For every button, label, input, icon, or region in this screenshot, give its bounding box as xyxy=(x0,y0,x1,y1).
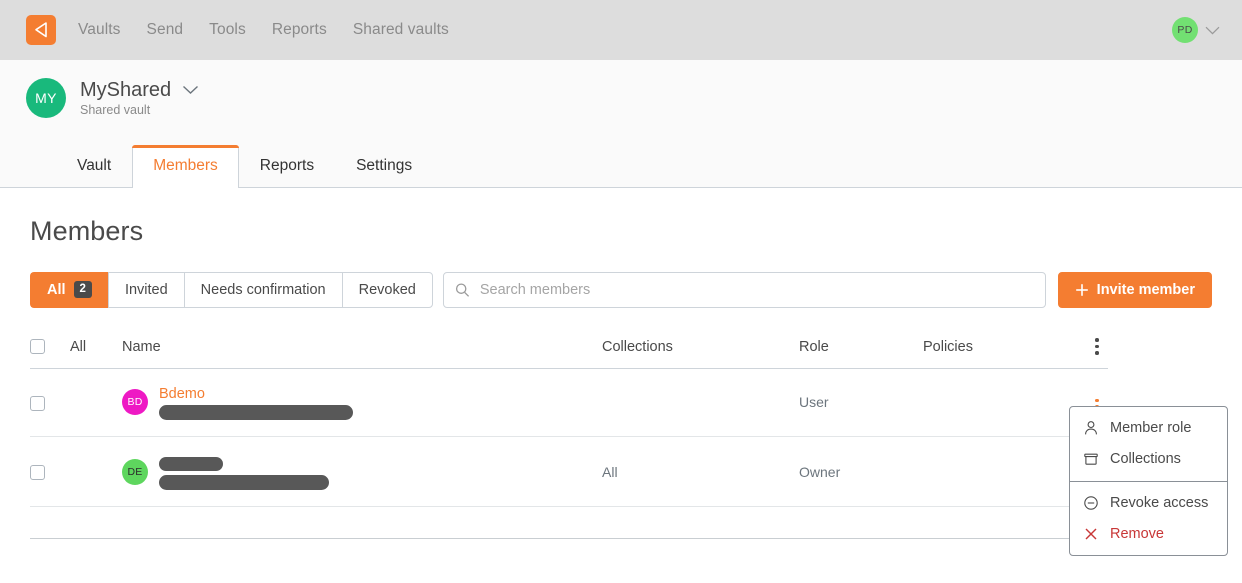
member-email xyxy=(159,404,353,420)
organization-switcher[interactable]: MY MyShared Shared vault xyxy=(26,78,1216,118)
member-role: User xyxy=(799,368,923,437)
member-cell: DE xyxy=(122,436,602,508)
column-header-policies: Policies xyxy=(923,329,1047,369)
menu-item-revoke-access[interactable]: Revoke access xyxy=(1070,488,1227,519)
column-header-menu xyxy=(1047,329,1108,369)
member-collections: All xyxy=(602,436,799,508)
member-avatar: DE xyxy=(122,458,148,485)
nav-item-vaults[interactable]: Vaults xyxy=(78,21,121,39)
member-policies xyxy=(923,368,1047,437)
tab-reports[interactable]: Reports xyxy=(239,145,335,188)
select-all-checkbox-cell xyxy=(30,329,70,369)
row-select-checkbox[interactable] xyxy=(30,465,45,481)
status-filter-group: All 2 Invited Needs confirmation Revoked xyxy=(30,271,433,308)
column-header-collections: Collections xyxy=(602,329,799,369)
redacted-email xyxy=(159,475,329,491)
filter-revoked-button[interactable]: Revoked xyxy=(341,271,433,308)
organization-name: MyShared xyxy=(80,79,172,101)
member-context-menu: Member role Collections Revoke access Re… xyxy=(1069,406,1228,557)
invite-member-button[interactable]: Invite member xyxy=(1057,271,1212,308)
member-cell: BD Bdemo xyxy=(122,368,602,437)
top-navbar: Vaults Send Tools Reports Shared vaults … xyxy=(0,0,1242,60)
organization-tabs: Vault Members Reports Settings xyxy=(56,145,1216,188)
row-select-checkbox[interactable] xyxy=(30,395,45,411)
nav-item-send[interactable]: Send xyxy=(147,21,184,39)
redacted-name xyxy=(159,457,223,472)
member-avatar: BD xyxy=(122,389,148,416)
chevron-down-icon[interactable] xyxy=(182,85,199,95)
table-bulk-menu-icon[interactable] xyxy=(1088,338,1106,355)
row-checkbox-cell xyxy=(30,436,70,508)
page-title: Members xyxy=(30,215,144,246)
member-email xyxy=(159,474,329,491)
avatar[interactable]: PD xyxy=(1172,17,1198,43)
column-header-select-all: All xyxy=(70,329,122,369)
redacted-email xyxy=(159,404,353,420)
menu-item-remove-label: Remove xyxy=(1110,525,1164,542)
menu-item-remove[interactable]: Remove xyxy=(1070,519,1227,550)
member-policies xyxy=(923,436,1047,508)
column-header-name: Name xyxy=(122,329,602,369)
member-name-link[interactable]: Bdemo xyxy=(159,385,353,403)
minus-circle-icon xyxy=(1084,496,1098,510)
bitwarden-shield-logo[interactable] xyxy=(26,15,56,45)
close-x-icon xyxy=(1085,528,1097,540)
table-row: BD Bdemo User xyxy=(30,368,1108,437)
main-content: Members All 2 Invited Needs confirmation… xyxy=(0,216,1242,508)
column-header-role: Role xyxy=(799,329,923,369)
filter-all-button[interactable]: All 2 xyxy=(30,271,108,308)
members-toolbar: All 2 Invited Needs confirmation Revoked… xyxy=(30,271,1212,308)
menu-item-member-role-label: Member role xyxy=(1110,420,1192,436)
table-bottom-divider xyxy=(30,538,1108,539)
collection-box-icon xyxy=(1084,453,1098,466)
menu-item-collections[interactable]: Collections xyxy=(1070,444,1227,475)
filter-all-count: 2 xyxy=(73,281,92,298)
member-role: Owner xyxy=(799,436,923,508)
chevron-down-icon[interactable] xyxy=(1205,26,1220,35)
organization-header: MY MyShared Shared vault Vault Members R… xyxy=(0,60,1242,188)
tab-members[interactable]: Members xyxy=(132,145,239,188)
filter-needs-confirmation-button[interactable]: Needs confirmation xyxy=(183,271,342,308)
search-container xyxy=(442,271,1046,308)
menu-divider xyxy=(1070,480,1227,482)
organization-name-row: MyShared xyxy=(80,79,199,101)
top-nav-links: Vaults Send Tools Reports Shared vaults xyxy=(78,21,449,39)
row-checkbox-cell xyxy=(30,368,70,437)
nav-item-tools[interactable]: Tools xyxy=(209,21,246,39)
nav-item-shared-vaults[interactable]: Shared vaults xyxy=(353,21,449,39)
table-row: DE All Owner xyxy=(30,436,1108,508)
search-input[interactable] xyxy=(442,271,1046,308)
account-menu[interactable]: PD xyxy=(1172,17,1220,43)
member-name-link[interactable] xyxy=(159,455,329,473)
tab-settings[interactable]: Settings xyxy=(335,145,433,188)
select-all-checkbox[interactable] xyxy=(30,339,45,355)
member-collections xyxy=(602,368,799,437)
filter-all-label: All xyxy=(47,281,66,298)
menu-item-revoke-access-label: Revoke access xyxy=(1110,494,1209,511)
table-header-row: All Name Collections Role Policies xyxy=(30,329,1108,369)
members-table: All Name Collections Role Policies BD Bd… xyxy=(30,329,1108,508)
organization-subtitle: Shared vault xyxy=(80,103,151,117)
filter-invited-button[interactable]: Invited xyxy=(107,271,184,308)
nav-item-reports[interactable]: Reports xyxy=(272,21,327,39)
user-icon xyxy=(1085,421,1097,435)
invite-member-label: Invite member xyxy=(1096,281,1195,298)
tab-vault[interactable]: Vault xyxy=(56,145,132,188)
organization-avatar: MY xyxy=(26,78,66,118)
menu-item-member-role[interactable]: Member role xyxy=(1070,413,1227,444)
plus-icon xyxy=(1075,283,1088,296)
menu-item-collections-label: Collections xyxy=(1110,450,1181,467)
